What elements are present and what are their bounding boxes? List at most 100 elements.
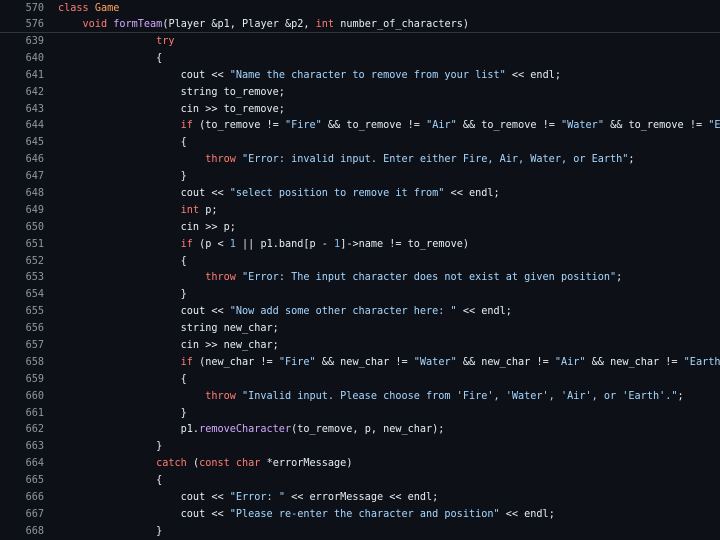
line-number[interactable]: 654 (0, 289, 44, 300)
code-text: if (p < 1 || p1.band[p - 1]->name != to_… (58, 239, 720, 250)
code-token: *errorMessage) (260, 458, 353, 470)
code-token: number_of_characters) (334, 18, 469, 30)
code-token: ; (628, 154, 635, 166)
line-number[interactable]: 653 (0, 272, 44, 283)
code-token: cout << (58, 508, 230, 520)
code-text: if (to_remove != "Fire" && to_remove != … (58, 120, 720, 131)
code-token: } (58, 171, 187, 183)
code-token: if (180, 120, 193, 132)
line-number[interactable]: 668 (0, 526, 44, 537)
code-token: "Water" (561, 120, 604, 132)
code-line: 642 string to_remove; (0, 84, 720, 101)
line-number[interactable]: 664 (0, 458, 44, 469)
code-token: || p1.band[p - (235, 238, 335, 250)
line-number[interactable]: 660 (0, 391, 44, 402)
line-number[interactable]: 570 (0, 3, 44, 14)
line-number[interactable]: 651 (0, 239, 44, 250)
code-token: formTeam (113, 18, 163, 30)
line-number[interactable]: 645 (0, 137, 44, 148)
code-line: 666 cout << "Error: " << errorMessage <<… (0, 489, 720, 506)
code-line: 644 if (to_remove != "Fire" && to_remove… (0, 117, 720, 134)
code-token: ; (616, 272, 623, 284)
line-number[interactable]: 652 (0, 256, 44, 267)
line-number[interactable]: 647 (0, 171, 44, 182)
line-number[interactable]: 641 (0, 70, 44, 81)
code-line: 653 throw "Error: The input character do… (0, 269, 720, 286)
line-number[interactable]: 649 (0, 205, 44, 216)
code-token: (p < (192, 238, 230, 250)
code-token: p; (199, 204, 218, 216)
code-token: { (58, 255, 187, 267)
code-token: } (58, 289, 187, 301)
code-line: 650 cin >> p; (0, 219, 720, 236)
code-line: 643 cin >> to_remove; (0, 101, 720, 118)
code-text: cin >> new_char; (58, 340, 720, 351)
code-text: } (58, 408, 720, 419)
line-number[interactable]: 640 (0, 53, 44, 64)
line-number[interactable]: 657 (0, 340, 44, 351)
code-line: 661 } (0, 405, 720, 422)
code-token: && new_char != (315, 356, 414, 368)
code-token: "Name the character to remove from your … (229, 69, 506, 81)
line-number[interactable]: 667 (0, 509, 44, 520)
line-number[interactable]: 650 (0, 222, 44, 233)
code-token: cin >> to_remove; (58, 103, 285, 115)
code-token: "Water" (413, 356, 457, 368)
code-text: void formTeam(Player &p1, Player &p2, in… (58, 19, 720, 30)
line-number[interactable]: 655 (0, 306, 44, 317)
code-token: try (156, 35, 175, 47)
line-number[interactable]: 665 (0, 475, 44, 486)
code-line: 639 try (0, 33, 720, 50)
line-number[interactable]: 576 (0, 19, 44, 30)
code-token: && to_remove != (321, 120, 427, 132)
line-number[interactable]: 658 (0, 357, 44, 368)
code-token: << errorMessage << endl; (284, 491, 439, 503)
code-text: cout << "Error: " << errorMessage << end… (58, 492, 720, 503)
code-text: p1.removeCharacter(to_remove, p, new_cha… (58, 424, 720, 435)
code-token: void (82, 18, 108, 30)
code-text: cout << "select position to remove it fr… (58, 188, 720, 199)
code-token: Game (94, 2, 120, 14)
code-token: { (58, 373, 187, 385)
code-token: "Air" (426, 120, 457, 132)
line-number[interactable]: 662 (0, 424, 44, 435)
code-token: (to_remove != (192, 120, 285, 132)
line-number[interactable]: 643 (0, 104, 44, 115)
code-token: && new_char != (585, 356, 684, 368)
code-token: } (58, 441, 163, 453)
code-token: ( (186, 458, 200, 470)
line-number[interactable]: 646 (0, 154, 44, 165)
code-token: { (58, 475, 163, 487)
line-number[interactable]: 639 (0, 36, 44, 47)
code-text: } (58, 441, 720, 452)
code-line: 651 if (p < 1 || p1.band[p - 1]->name !=… (0, 236, 720, 253)
line-number[interactable]: 663 (0, 441, 44, 452)
code-token: "Fire" (284, 120, 322, 132)
line-number[interactable]: 642 (0, 87, 44, 98)
line-number[interactable]: 648 (0, 188, 44, 199)
code-line: 655 cout << "Now add some other characte… (0, 303, 720, 320)
line-number[interactable]: 644 (0, 120, 44, 131)
code-token: int (315, 18, 335, 30)
code-token: "Air" (554, 356, 586, 368)
line-number[interactable]: 661 (0, 408, 44, 419)
code-token: ]->name != to_remove) (340, 238, 469, 250)
code-body: 639 try 640 {641 cout << "Name the charac… (0, 33, 720, 540)
code-token: (Player &p1, Player &p2, (162, 18, 316, 30)
code-line: 659 { (0, 371, 720, 388)
line-number[interactable]: 666 (0, 492, 44, 503)
code-token: removeCharacter (199, 424, 292, 436)
code-token: "Error: " (229, 491, 285, 503)
sticky-scope-header: 570 class Game 576 void formTeam(Player &p… (0, 0, 720, 33)
code-viewer: 570 class Game 576 void formTeam(Player &p… (0, 0, 720, 540)
line-number[interactable]: 656 (0, 323, 44, 334)
code-token: "Earth" (708, 120, 720, 132)
code-token: << endl; (456, 306, 512, 318)
code-token: string to_remove; (58, 86, 285, 98)
code-line: 647 } (0, 168, 720, 185)
line-number[interactable]: 659 (0, 374, 44, 385)
code-token: } (58, 407, 187, 419)
